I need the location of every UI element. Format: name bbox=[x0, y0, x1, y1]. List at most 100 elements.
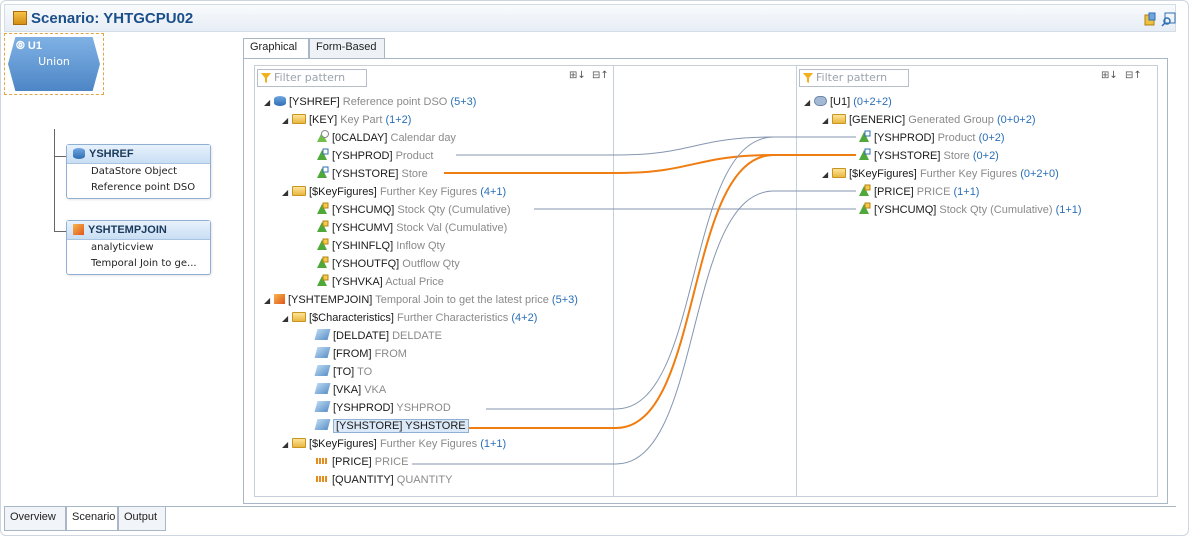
node-yshtempjoin[interactable]: YSHTEMPJOIN analyticview Temporal Join t… bbox=[66, 220, 211, 275]
analyticview-icon bbox=[274, 294, 285, 304]
tree-item-desc: Further Characteristics bbox=[397, 312, 509, 324]
mapping-line bbox=[456, 136, 856, 156]
tree-item[interactable]: ◢ [$KeyFigures] Further Key Figures (1+1) bbox=[282, 435, 506, 453]
key-figure-icon bbox=[317, 256, 329, 268]
tree-item-key: [FROM] bbox=[333, 348, 372, 360]
union-node[interactable]: ⦾ U1 Union bbox=[4, 33, 104, 95]
tree-item-key: [YSHPROD] bbox=[874, 132, 935, 144]
tree-item-key: [$KeyFigures] bbox=[309, 186, 377, 198]
tree-item-desc: Product bbox=[395, 150, 434, 162]
measure-icon bbox=[316, 476, 328, 482]
folder-icon bbox=[832, 168, 846, 178]
tree-item-key: [YSHTEMPJOIN] bbox=[288, 294, 373, 306]
folder-icon bbox=[292, 186, 306, 196]
collapse-arrow-icon[interactable]: ◢ bbox=[282, 436, 292, 454]
characteristic-icon bbox=[314, 329, 331, 340]
tree-item-desc: PRICE bbox=[374, 456, 409, 468]
tree-item-count: (0+0+2) bbox=[996, 114, 1036, 126]
tree-item-key: [YSHVKA] bbox=[332, 276, 383, 288]
tree-item-desc: Stock Val (Cumulative) bbox=[396, 222, 508, 234]
tree-item-desc: Actual Price bbox=[385, 276, 444, 288]
tree-item[interactable]: [YSHVKA] Actual Price bbox=[316, 273, 444, 291]
tree-item-key: [$KeyFigures] bbox=[309, 438, 377, 450]
tree-item[interactable]: [QUANTITY] QUANTITY bbox=[316, 471, 452, 489]
collapse-arrow-icon[interactable]: ◢ bbox=[282, 310, 292, 328]
tree-item[interactable]: [YSHCUMQ] Stock Qty (Cumulative) (1+1) bbox=[858, 201, 1082, 219]
tree-item[interactable]: [FROM] FROM bbox=[314, 345, 407, 363]
tree-item-key: [PRICE] bbox=[332, 456, 372, 468]
tree-item-key: [GENERIC] bbox=[849, 114, 906, 126]
tree-item[interactable]: [YSHPROD] Product bbox=[316, 147, 434, 165]
tree-item-count: (0+2+0) bbox=[1020, 168, 1059, 180]
union-icon bbox=[814, 96, 827, 106]
node-yshref[interactable]: YSHREF DataStore Object Reference point … bbox=[66, 144, 211, 199]
tab-scenario[interactable]: Scenario bbox=[66, 507, 118, 531]
folder-icon bbox=[292, 114, 306, 124]
tree-item[interactable]: ◢ [YSHREF] Reference point DSO (5+3) bbox=[264, 93, 476, 111]
tree-item[interactable]: [YSHPROD] YSHPROD bbox=[314, 399, 451, 417]
tree-item-desc: Store bbox=[943, 150, 970, 162]
tree-item[interactable]: ◢ [GENERIC] Generated Group (0+0+2) bbox=[822, 111, 1036, 129]
tree-item-key: [QUANTITY] bbox=[332, 474, 394, 486]
collapse-arrow-icon[interactable]: ◢ bbox=[282, 184, 292, 202]
folder-icon bbox=[292, 312, 306, 322]
tree-item-desc: Calendar day bbox=[390, 132, 456, 144]
collapse-arrow-icon[interactable]: ◢ bbox=[264, 94, 274, 112]
tree-item[interactable]: ◢ [$Characteristics] Further Characterist… bbox=[282, 309, 537, 327]
tree-item-desc: YSHSTORE bbox=[405, 420, 466, 432]
collapse-arrow-icon[interactable]: ◢ bbox=[804, 94, 814, 112]
tree-item[interactable]: ◢ [KEY] Key Part (1+2) bbox=[282, 111, 411, 129]
mapping-area: Filter pattern ⊞↓ ⊟↑ Filter pattern ⊞↓ ⊟… bbox=[243, 58, 1168, 504]
measure-icon bbox=[316, 458, 328, 464]
collapse-arrow-icon[interactable]: ◢ bbox=[822, 112, 832, 130]
tree-item[interactable]: [TO] TO bbox=[314, 363, 372, 381]
tree-item-desc: VKA bbox=[364, 384, 387, 396]
tree-item[interactable]: [DELDATE] DELDATE bbox=[314, 327, 442, 345]
attribute-icon bbox=[859, 148, 871, 160]
key-figure-icon bbox=[317, 202, 329, 214]
collapse-arrow-icon[interactable]: ◢ bbox=[264, 292, 274, 310]
tree-item[interactable]: [YSHCUMV] Stock Val (Cumulative) bbox=[316, 219, 507, 237]
deploy-icon[interactable] bbox=[1143, 11, 1159, 27]
tree-item[interactable]: [0CALDAY] Calendar day bbox=[316, 129, 456, 147]
characteristic-icon bbox=[314, 419, 331, 430]
tree-item[interactable]: [YSHSTORE] Store (0+2) bbox=[858, 147, 999, 165]
tree-item-count: (0+2) bbox=[972, 150, 999, 162]
editor-header: Scenario: YHTGCPU02 bbox=[4, 4, 1176, 32]
tree-item-key: [$KeyFigures] bbox=[849, 168, 917, 180]
tab-output[interactable]: Output bbox=[118, 507, 166, 531]
tree-item[interactable]: [YSHOUTFQ] Outflow Qty bbox=[316, 255, 460, 273]
tree-item-desc: Reference point DSO bbox=[342, 96, 448, 108]
characteristic-icon bbox=[314, 401, 331, 412]
key-figure-icon bbox=[317, 238, 329, 250]
tab-overview[interactable]: Overview bbox=[4, 507, 66, 531]
tree-item[interactable]: ◢ [$KeyFigures] Further Key Figures (0+2+… bbox=[822, 165, 1059, 183]
tab-form-based[interactable]: Form-Based bbox=[309, 38, 385, 58]
tree-item[interactable]: [YSHINFLQ] Inflow Qty bbox=[316, 237, 445, 255]
tree-item-selected[interactable]: [YSHSTORE] YSHSTORE bbox=[314, 417, 469, 435]
tree-item[interactable]: ◢ [YSHTEMPJOIN] Temporal Join to get the … bbox=[264, 291, 578, 309]
tree-item-key: [YSHOUTFQ] bbox=[332, 258, 400, 270]
tree-item-desc: Stock Qty (Cumulative) bbox=[397, 204, 511, 216]
tree-item-count: (1+1) bbox=[1055, 204, 1082, 216]
tree-item[interactable]: [PRICE] PRICE (1+1) bbox=[858, 183, 979, 201]
node-yshref-type: DataStore Object bbox=[91, 166, 178, 177]
tree-item[interactable]: ◢ [$KeyFigures] Further Key Figures (4+1) bbox=[282, 183, 506, 201]
tree-item[interactable]: [PRICE] PRICE bbox=[316, 453, 409, 471]
tree-item[interactable]: [VKA] VKA bbox=[314, 381, 387, 399]
tree-item[interactable]: [YSHCUMQ] Stock Qty (Cumulative) bbox=[316, 201, 511, 219]
scenario-canvas: ⦾ U1 Union YSHREF DataStore Object Refer… bbox=[4, 33, 242, 504]
preview-icon[interactable] bbox=[1161, 11, 1177, 27]
tree-item[interactable]: [YSHSTORE] Store bbox=[316, 165, 428, 183]
tab-graphical[interactable]: Graphical bbox=[243, 38, 309, 59]
tree-item[interactable]: [YSHPROD] Product (0+2) bbox=[858, 129, 1005, 147]
tree-item-count: (5+3) bbox=[551, 294, 578, 306]
key-figure-icon bbox=[859, 184, 871, 196]
tree-item[interactable]: ◢ [U1] (0+2+2) bbox=[804, 93, 892, 111]
tree-item-key: [TO] bbox=[333, 366, 355, 378]
tree-item-key: [YSHPROD] bbox=[332, 150, 393, 162]
collapse-arrow-icon[interactable]: ◢ bbox=[282, 112, 292, 130]
attribute-icon bbox=[859, 130, 871, 142]
characteristic-icon bbox=[314, 347, 331, 358]
collapse-arrow-icon[interactable]: ◢ bbox=[822, 166, 832, 184]
